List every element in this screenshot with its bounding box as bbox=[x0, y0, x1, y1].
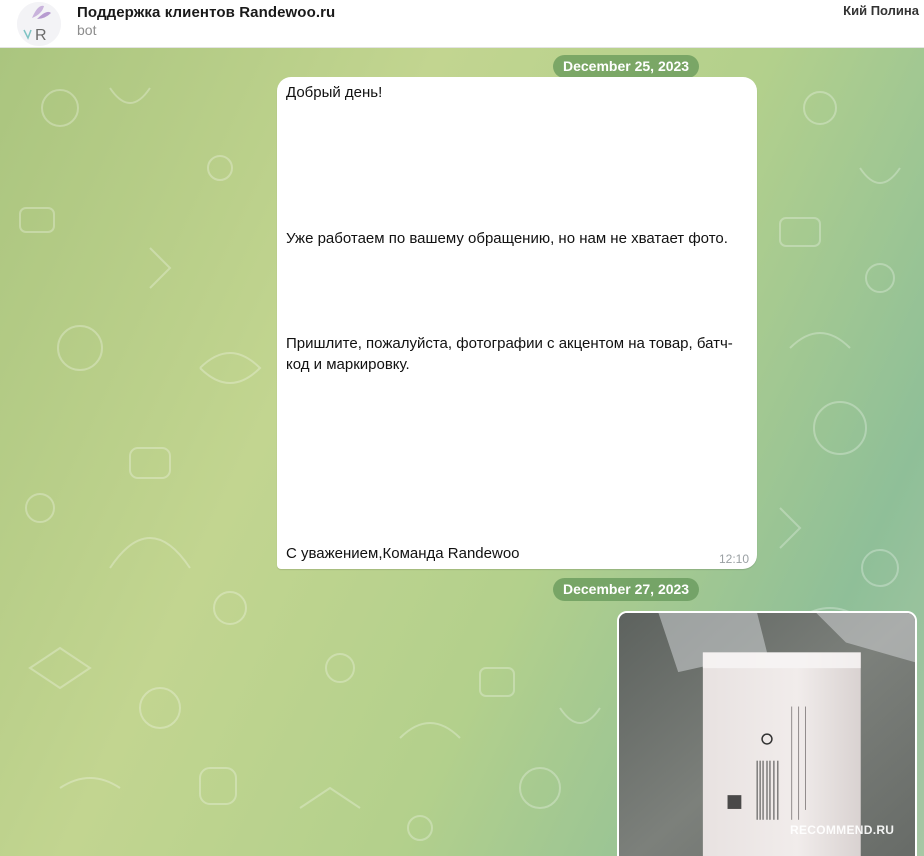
message-text-line: С уважением,Команда Randewoo bbox=[286, 545, 520, 562]
chat-header: R Поддержка клиентов Randewoo.ru bot Кий… bbox=[0, 0, 924, 48]
watermark-text: RECOMMEND.RU bbox=[790, 823, 895, 837]
avatar-letter: R bbox=[35, 27, 47, 44]
chat-title[interactable]: Поддержка клиентов Randewoo.ru bbox=[77, 4, 335, 21]
message-bubble[interactable]: Добрый день! Уже работаем по вашему обра… bbox=[277, 77, 757, 569]
user-name: Кий Полина bbox=[843, 3, 919, 18]
photo-attachment[interactable] bbox=[617, 611, 917, 856]
date-separator: December 27, 2023 bbox=[553, 578, 700, 601]
message-text-line: Уже работаем по вашему обращению, но нам… bbox=[286, 230, 728, 247]
date-separator: December 25, 2023 bbox=[553, 55, 700, 78]
chat-status: bot bbox=[77, 22, 97, 38]
message-time: 12:10 bbox=[718, 552, 749, 566]
bot-avatar[interactable]: R bbox=[17, 2, 61, 46]
message-text-line: Пришлите, пожалуйста, фотографии с акцен… bbox=[286, 335, 733, 373]
message-text-line: Добрый день! bbox=[286, 84, 383, 101]
